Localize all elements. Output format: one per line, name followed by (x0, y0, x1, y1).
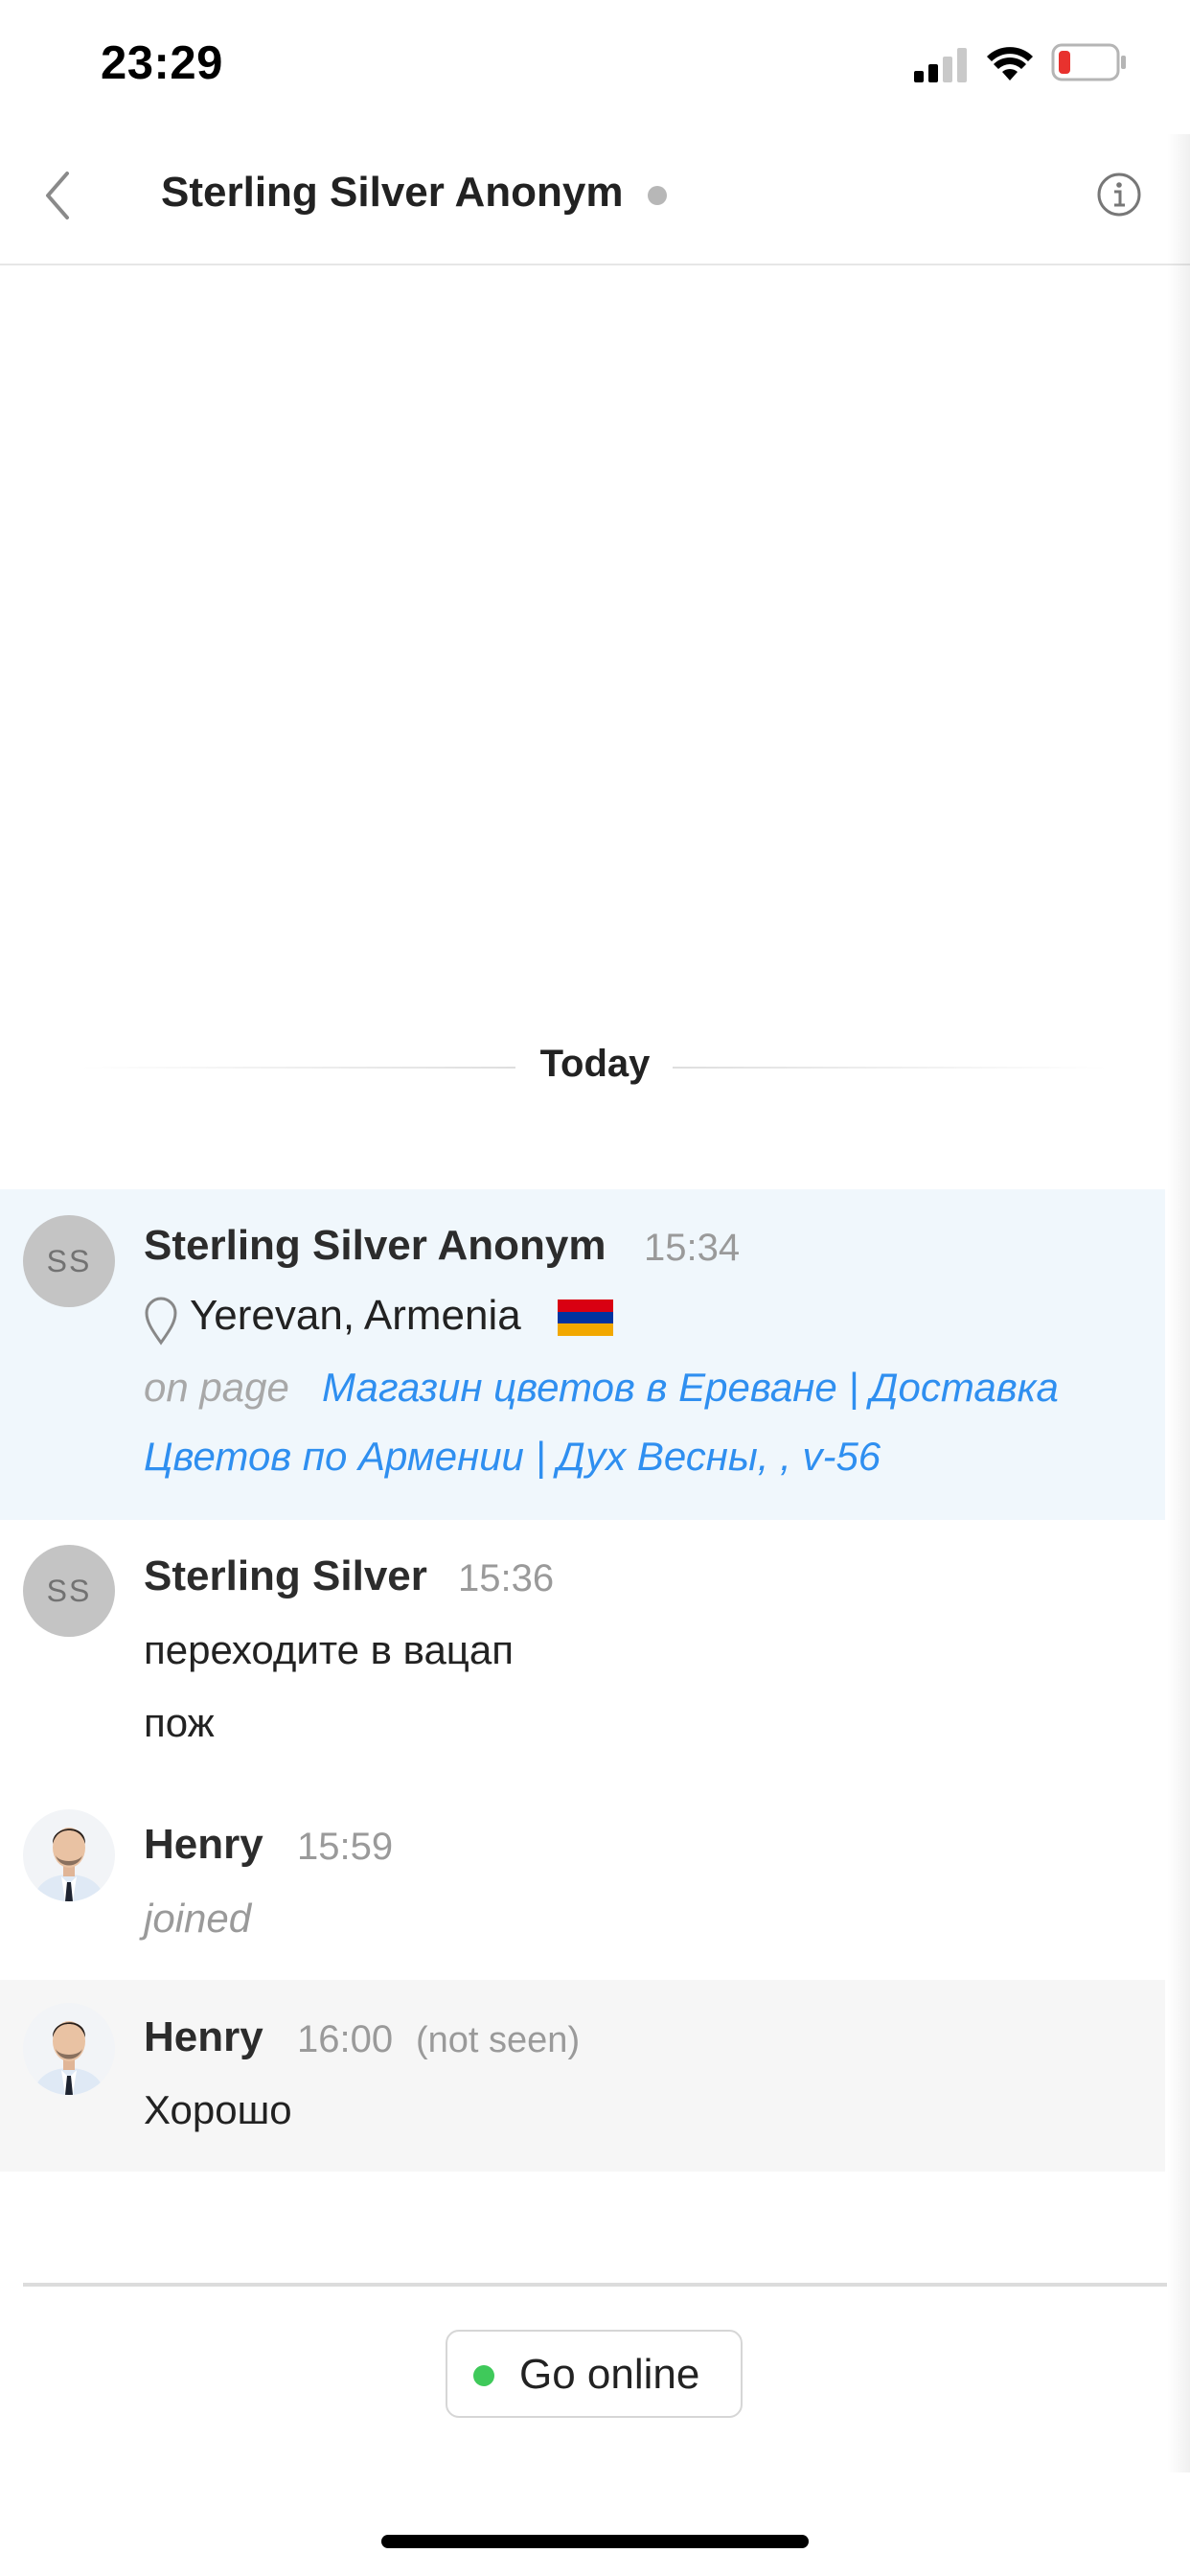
message-text: пож (144, 1700, 215, 1745)
home-indicator (381, 2535, 809, 2548)
message-text: переходите в вацап (144, 1627, 514, 1672)
message-author: Henry (144, 2013, 263, 2060)
separator-line-left (80, 1067, 515, 1069)
page-prefix: on page (144, 1365, 289, 1410)
signal-icon (914, 48, 967, 82)
chat-event (0, 1792, 1165, 1974)
message-author: Henry (144, 1821, 263, 1868)
visitor-location: Yerevan, Armenia (190, 1292, 521, 1339)
message-time: 15:34 (644, 1227, 741, 1269)
armenia-flag-icon (558, 1300, 613, 1336)
presence-status-dot (648, 186, 667, 205)
avatar: SS (23, 1545, 115, 1637)
info-icon[interactable] (1096, 172, 1142, 218)
message-text: Хорошо (144, 2087, 292, 2132)
online-status-dot (473, 2365, 494, 2386)
message-time: 15:59 (297, 1826, 394, 1868)
chat-title: Sterling Silver Anonym (161, 169, 624, 216)
battery-low-icon (1051, 43, 1126, 81)
wifi-icon (987, 47, 1033, 80)
henry-avatar (23, 2003, 115, 2095)
message-author: Sterling Silver Anonym (144, 1222, 606, 1269)
separator-line-right (673, 1067, 1108, 1069)
message-author: Sterling Silver (144, 1552, 427, 1599)
chat-message (0, 1980, 1165, 2172)
visited-page-link[interactable]: Магазин цветов в Ереване | Доставка (322, 1365, 1059, 1411)
message-time: 15:36 (458, 1557, 555, 1599)
seen-status: (not seen) (416, 2020, 581, 2060)
status-time: 23:29 (101, 37, 223, 89)
henry-avatar (23, 1809, 115, 1901)
message-time: 16:00 (297, 2018, 394, 2060)
avatar: SS (23, 1215, 115, 1307)
chevron-left-icon[interactable] (38, 168, 77, 223)
visited-page-link[interactable]: Цветов по Армении | Дух Весны, , v-56 (144, 1434, 881, 1480)
join-event-text: joined (144, 1896, 252, 1941)
go-online-label: Go online (519, 2351, 700, 2398)
location-pin-icon (145, 1297, 177, 1346)
panel-edge-shadow (1167, 134, 1190, 2472)
date-separator-label: Today (539, 1043, 651, 1085)
composer-divider (23, 2283, 1167, 2287)
